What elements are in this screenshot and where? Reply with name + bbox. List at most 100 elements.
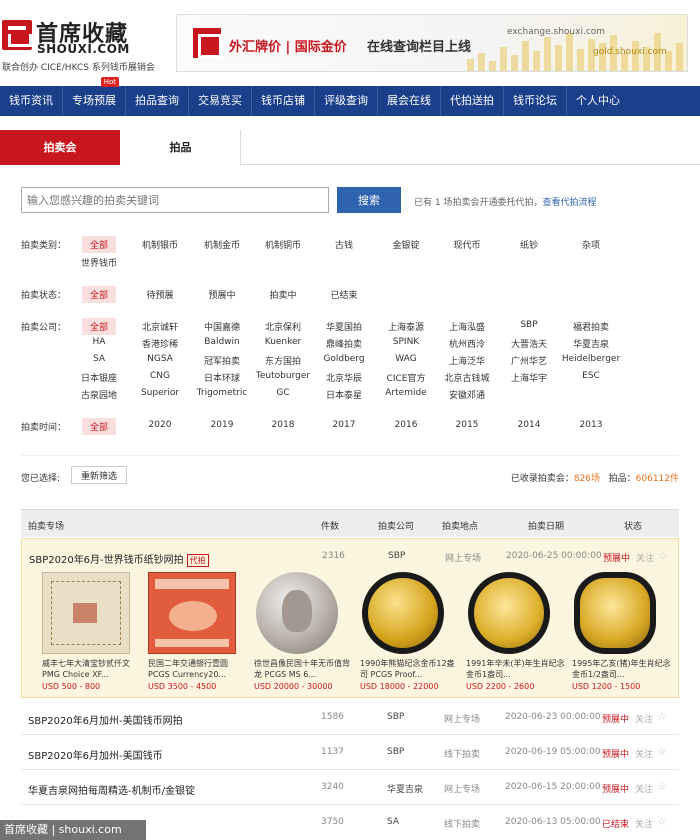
company-option[interactable]: 日本泰星 [326,388,362,401]
nav-item-coin-news[interactable]: 钱币资讯 [0,86,63,116]
company-option[interactable]: 北京保利 [265,320,301,333]
company-option[interactable]: Trigometric [197,388,248,398]
table-row[interactable]: SBP2020年6月加州-美国钱币网拍 1586 SBP 网上专场 2020-0… [21,700,679,735]
follow-label[interactable]: 关注 [635,747,653,760]
lot-card[interactable]: 1995年乙亥(猪)年生肖纪念金币1/2盎司... USD 1200 - 150… [572,572,672,691]
site-logo[interactable]: 首席收藏 SHOUXI.COM [2,16,152,58]
lot-card[interactable]: 1991年辛未(羊)年生肖纪念金币1盎司... USD 2200 - 2600 [466,572,566,691]
category-option[interactable]: 杂项 [582,238,600,251]
star-icon[interactable]: ☆ [658,549,668,562]
category-option[interactable]: 金银锭 [392,238,419,251]
company-option[interactable]: 大晋浩天 [511,337,547,350]
company-option[interactable]: 安徽邓通 [449,388,485,401]
company-option[interactable]: Teutoburger [256,371,310,381]
search-input[interactable] [21,187,329,213]
tab-lots[interactable]: 拍品 [121,130,241,165]
status-option[interactable]: 待预展 [146,288,173,301]
session-title[interactable]: SBP2020年6月加州-美国钱币网拍 [28,712,183,727]
company-option[interactable]: 上海泰源 [388,320,424,333]
company-option[interactable]: 全部 [81,318,117,335]
year-option[interactable]: 2017 [333,420,356,430]
category-option[interactable]: 机制铜币 [265,238,301,251]
nav-item-preview[interactable]: 专场预展 Hot [63,77,126,116]
nav-item-user-center[interactable]: 个人中心 [567,86,629,116]
search-button[interactable]: 搜索 [337,187,401,213]
session-title[interactable]: SBP2020年6月加州-美国钱币 [28,747,163,762]
nav-item-grading[interactable]: 评级查询 [315,86,378,116]
company-option[interactable]: 古泉园地 [81,388,117,401]
company-option[interactable]: 华夏国拍 [326,320,362,333]
company-option[interactable]: Kuenker [265,337,302,347]
star-icon[interactable]: ☆ [657,710,667,723]
year-option[interactable]: 2016 [395,420,418,430]
category-option[interactable]: 机制金币 [204,238,240,251]
header-ad-banner[interactable]: 外汇牌价 | 国际金价 在线查询栏目上线 exchange.shouxi.com… [176,14,688,72]
company-option[interactable]: 冠军拍卖 [204,354,240,367]
status-option[interactable]: 已结束 [330,288,357,301]
lot-card[interactable]: 1990年熊猫纪念金币12盎司 PCGS Proof... USD 18000 … [360,572,460,691]
company-option[interactable]: Artemide [385,388,426,398]
category-option[interactable]: 古钱 [335,238,353,251]
tab-auctions[interactable]: 拍卖会 [0,130,120,165]
status-option[interactable]: 拍卖中 [269,288,296,301]
follow-label[interactable]: 关注 [635,782,653,795]
lot-card[interactable]: 徐世昌像民国十年无币值背龙 PCGS MS 6... USD 20000 - 3… [254,572,354,691]
company-option[interactable]: GC [276,388,289,398]
year-option[interactable]: 全部 [81,418,117,435]
session-title[interactable]: SBP2020年6月-世界钱币纸钞网拍 代拍 [29,551,209,567]
follow-label[interactable]: 关注 [635,817,653,830]
proxy-flow-link[interactable]: 查看代拍流程 [542,198,596,208]
year-option[interactable]: 2018 [272,420,295,430]
category-option[interactable]: 全部 [81,236,117,253]
company-option[interactable]: 福君拍卖 [573,320,609,333]
session-title[interactable]: 华夏吉泉网拍每周精选-机制币/金银锭 [28,782,195,797]
year-option[interactable]: 2014 [518,420,541,430]
status-option[interactable]: 预展中 [208,288,235,301]
reset-filter-button[interactable]: 重新筛选 [71,466,127,484]
category-option[interactable]: 世界钱币 [81,256,117,269]
category-option[interactable]: 机制银币 [142,238,178,251]
table-row[interactable]: 华夏吉泉网拍每周精选-机制币/金银锭 3240 华夏吉泉 网上专场 2020-0… [21,770,679,805]
company-option[interactable]: SBP [520,320,537,330]
year-option[interactable]: 2019 [211,420,234,430]
nav-item-shops[interactable]: 钱币店铺 [252,86,315,116]
company-option[interactable]: 杭州西泠 [449,337,485,350]
company-option[interactable]: 鼎峰拍卖 [326,337,362,350]
company-option[interactable]: CICE官方 [387,371,426,384]
year-option[interactable]: 2015 [456,420,479,430]
company-option[interactable]: Goldberg [323,354,364,364]
company-option[interactable]: 北京华辰 [326,371,362,384]
company-option[interactable]: HA [93,337,106,347]
star-icon[interactable]: ☆ [657,780,667,793]
company-option[interactable]: 香港珍稀 [142,337,178,350]
nav-item-lot-search[interactable]: 拍品查询 [126,86,189,116]
nav-item-trade[interactable]: 交易竞买 [189,86,252,116]
nav-item-proxy-bid[interactable]: 代拍送拍 [441,86,504,116]
year-option[interactable]: 2013 [580,420,603,430]
follow-label[interactable]: 关注 [636,551,654,564]
table-row[interactable]: SBP2020年6月加州-美国钱币 1137 SBP 线下拍卖 2020-06-… [21,735,679,770]
company-option[interactable]: 东方国拍 [265,354,301,367]
table-row-featured[interactable]: SBP2020年6月-世界钱币纸钞网拍 代拍 2316 SBP 网上专场 2020… [21,538,679,573]
company-option[interactable]: 华夏吉泉 [573,337,609,350]
nav-item-expo[interactable]: 展会在线 [378,86,441,116]
company-option[interactable]: 北京古钱城 [444,371,489,384]
follow-label[interactable]: 关注 [635,712,653,725]
company-option[interactable]: 广州华艺 [511,354,547,367]
company-option[interactable]: NGSA [147,354,173,364]
star-icon[interactable]: ☆ [657,815,667,828]
category-option[interactable]: 现代币 [453,238,480,251]
company-option[interactable]: WAG [395,354,416,364]
company-option[interactable]: SA [93,354,105,364]
company-option[interactable]: 上海泛华 [449,354,485,367]
status-option[interactable]: 全部 [81,286,117,303]
company-option[interactable]: Heidelberger [562,354,620,364]
company-option[interactable]: ESC [582,371,600,381]
star-icon[interactable]: ☆ [657,745,667,758]
company-option[interactable]: 日本银座 [81,371,117,384]
company-option[interactable]: 中国嘉德 [204,320,240,333]
company-option[interactable]: 日本环球 [204,371,240,384]
company-option[interactable]: 上海华宇 [511,371,547,384]
lot-card[interactable]: 威丰七年大清宝钞贰仟文 PMG Choice XF... USD 500 - 8… [42,572,142,691]
lot-card[interactable]: 民国二年交通银行壹圆 PCGS Currency20... USD 3500 -… [148,572,248,691]
